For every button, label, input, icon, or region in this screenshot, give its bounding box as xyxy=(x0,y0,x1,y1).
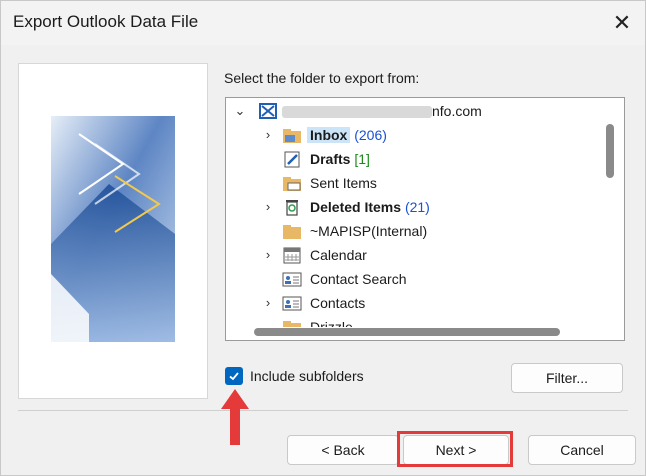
wizard-art-icon xyxy=(51,116,175,342)
tree-item-inbox[interactable]: › Inbox (206) xyxy=(226,123,596,147)
tree-item-label: Drizzle xyxy=(310,319,353,327)
folder-icon xyxy=(283,321,301,327)
filter-button[interactable]: Filter... xyxy=(511,363,623,393)
sent-items-icon xyxy=(283,177,301,191)
tree-item-drafts[interactable]: Drafts [1] xyxy=(226,147,596,171)
tree-item-label: Sent Items xyxy=(310,175,377,191)
tree-item-contact-search[interactable]: Contact Search xyxy=(226,267,596,291)
contact-card-icon xyxy=(282,296,302,311)
divider xyxy=(18,410,628,411)
close-icon[interactable]: ✕ xyxy=(599,1,645,45)
item-count: [1] xyxy=(354,151,370,167)
tree-account-row[interactable]: ⌄ nfo.com xyxy=(226,99,596,123)
redacted-email xyxy=(282,106,432,119)
chevron-right-icon[interactable]: › xyxy=(260,245,276,265)
tree-item-label: Calendar xyxy=(310,247,367,263)
tree-item-deleted[interactable]: › Deleted Items (21) xyxy=(226,195,596,219)
tree-item-sent[interactable]: Sent Items xyxy=(226,171,596,195)
title-bar: Export Outlook Data File ✕ xyxy=(1,1,645,45)
folder-icon xyxy=(283,225,301,239)
tree-item-calendar[interactable]: › Calendar xyxy=(226,243,596,267)
account-name: nfo.com xyxy=(432,103,482,119)
annotation-arrow-icon xyxy=(221,389,249,445)
back-button[interactable]: < Back xyxy=(287,435,399,465)
cancel-button[interactable]: Cancel xyxy=(528,435,636,465)
next-highlight-box xyxy=(397,431,513,467)
folder-prompt: Select the folder to export from: xyxy=(224,70,420,86)
chevron-right-icon[interactable]: › xyxy=(260,293,276,313)
chevron-right-icon[interactable]: › xyxy=(260,197,276,217)
unread-count: (21) xyxy=(404,199,430,215)
inbox-icon xyxy=(283,129,301,143)
tree-item-contacts[interactable]: › Contacts xyxy=(226,291,596,315)
tree-item-drizzle[interactable]: Drizzle xyxy=(226,315,596,327)
calendar-icon xyxy=(283,247,301,264)
tree-item-mapisp[interactable]: ~MAPISP(Internal) xyxy=(226,219,596,243)
wizard-graphic xyxy=(18,63,208,399)
tree-item-label: ~MAPISP(Internal) xyxy=(310,223,428,239)
export-dialog: Export Outlook Data File ✕ Select the fo… xyxy=(0,0,646,476)
tree-item-label: Contact Search xyxy=(310,271,407,287)
tree-item-label: Drafts xyxy=(310,151,351,167)
window-title: Export Outlook Data File xyxy=(13,12,199,31)
drafts-icon xyxy=(284,151,300,168)
include-subfolders-checkbox[interactable] xyxy=(225,367,243,385)
folder-tree[interactable]: ⌄ nfo.com › Inbox (206) Drafts [1] Sent … xyxy=(225,97,625,341)
vertical-scrollbar[interactable] xyxy=(606,124,614,178)
unread-count: (206) xyxy=(354,127,387,143)
recycle-bin-icon xyxy=(286,200,298,216)
horizontal-scrollbar[interactable] xyxy=(254,328,560,336)
chevron-down-icon[interactable]: ⌄ xyxy=(232,101,248,121)
contact-card-icon xyxy=(282,272,302,287)
tree-item-label: Contacts xyxy=(310,295,366,311)
checkmark-icon xyxy=(229,372,239,381)
include-subfolders-label[interactable]: Include subfolders xyxy=(250,368,364,384)
account-icon xyxy=(259,103,277,119)
tree-item-label: Deleted Items xyxy=(310,199,402,215)
chevron-right-icon[interactable]: › xyxy=(260,125,276,145)
tree-item-label: Inbox xyxy=(307,127,351,143)
